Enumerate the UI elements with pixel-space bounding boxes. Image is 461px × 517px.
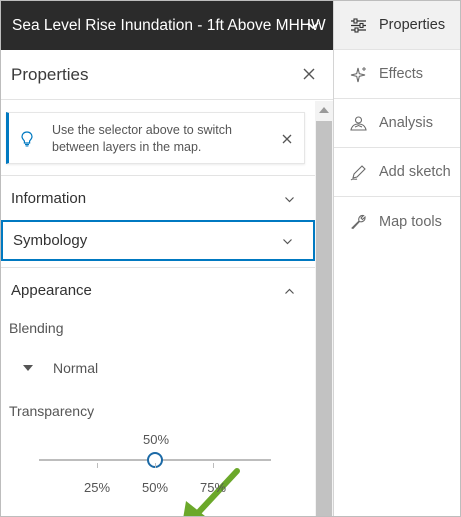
slider-tick-label: 75% (199, 480, 227, 495)
slider-tick (155, 463, 156, 468)
properties-panel: Sea Level Rise Inundation - 1ft Above MH… (1, 1, 333, 516)
close-icon[interactable] (303, 68, 315, 80)
layer-tip-notice: Use the selector above to switch between… (6, 112, 305, 164)
layer-selector[interactable]: Sea Level Rise Inundation - 1ft Above MH… (1, 1, 333, 50)
blending-label: Blending (9, 320, 64, 336)
chevron-down-icon (283, 239, 292, 245)
scrollbar-thumb[interactable] (316, 121, 332, 516)
notice-text: Use the selector above to switch between… (52, 123, 232, 154)
analysis-icon (350, 116, 367, 131)
layer-selector-label: Sea Level Rise Inundation - 1ft Above MH… (12, 16, 326, 34)
transparency-label: Transparency (9, 403, 95, 419)
panel-scrollbar[interactable] (315, 101, 333, 516)
blending-value: Normal (53, 360, 99, 376)
wrench-icon (351, 214, 366, 230)
slider-tick-label: 25% (83, 480, 111, 495)
panel-header: Properties (1, 50, 333, 100)
symbology-section[interactable]: Symbology (1, 220, 315, 261)
dismiss-icon[interactable] (282, 134, 292, 144)
sliders-icon (351, 18, 366, 33)
pencil-icon (350, 165, 366, 181)
sparkle-icon (350, 67, 366, 83)
tool-effects[interactable]: Effects (334, 50, 460, 99)
tool-properties[interactable]: Properties (334, 1, 460, 50)
transparency-value-label: 50% (143, 432, 170, 447)
tool-map-tools[interactable]: Map tools (334, 197, 460, 246)
tool-effects-label: Effects (379, 66, 424, 82)
tool-add-sketch-label: Add sketch (379, 164, 451, 180)
appearance-label: Appearance (11, 282, 92, 299)
slider-tick (97, 463, 98, 468)
app-frame: Sea Level Rise Inundation - 1ft Above MH… (0, 0, 461, 517)
chevron-up-icon (285, 288, 294, 294)
blending-select[interactable]: Normal (23, 357, 98, 379)
tool-properties-label: Properties (379, 17, 446, 33)
slider-tick (213, 463, 214, 468)
information-section[interactable]: Information (1, 175, 315, 221)
slider-tick-label: 50% (141, 480, 169, 495)
lightbulb-icon (21, 131, 33, 147)
chevron-down-icon (307, 22, 319, 30)
tool-add-sketch[interactable]: Add sketch (334, 148, 460, 197)
information-label: Information (11, 189, 87, 207)
tool-sidebar: Properties Effects Analysis Add sketch M… (333, 1, 460, 516)
tool-analysis-label: Analysis (379, 115, 433, 131)
appearance-section[interactable]: Appearance (1, 267, 315, 313)
dropdown-caret-icon (23, 365, 33, 371)
tool-map-tools-label: Map tools (379, 213, 442, 230)
panel-title: Properties (11, 64, 89, 84)
chevron-down-icon (285, 197, 294, 203)
panel-content: Use the selector above to switch between… (1, 101, 315, 516)
symbology-label: Symbology (13, 232, 88, 249)
scroll-up-icon[interactable] (319, 107, 329, 113)
tool-analysis[interactable]: Analysis (334, 99, 460, 148)
